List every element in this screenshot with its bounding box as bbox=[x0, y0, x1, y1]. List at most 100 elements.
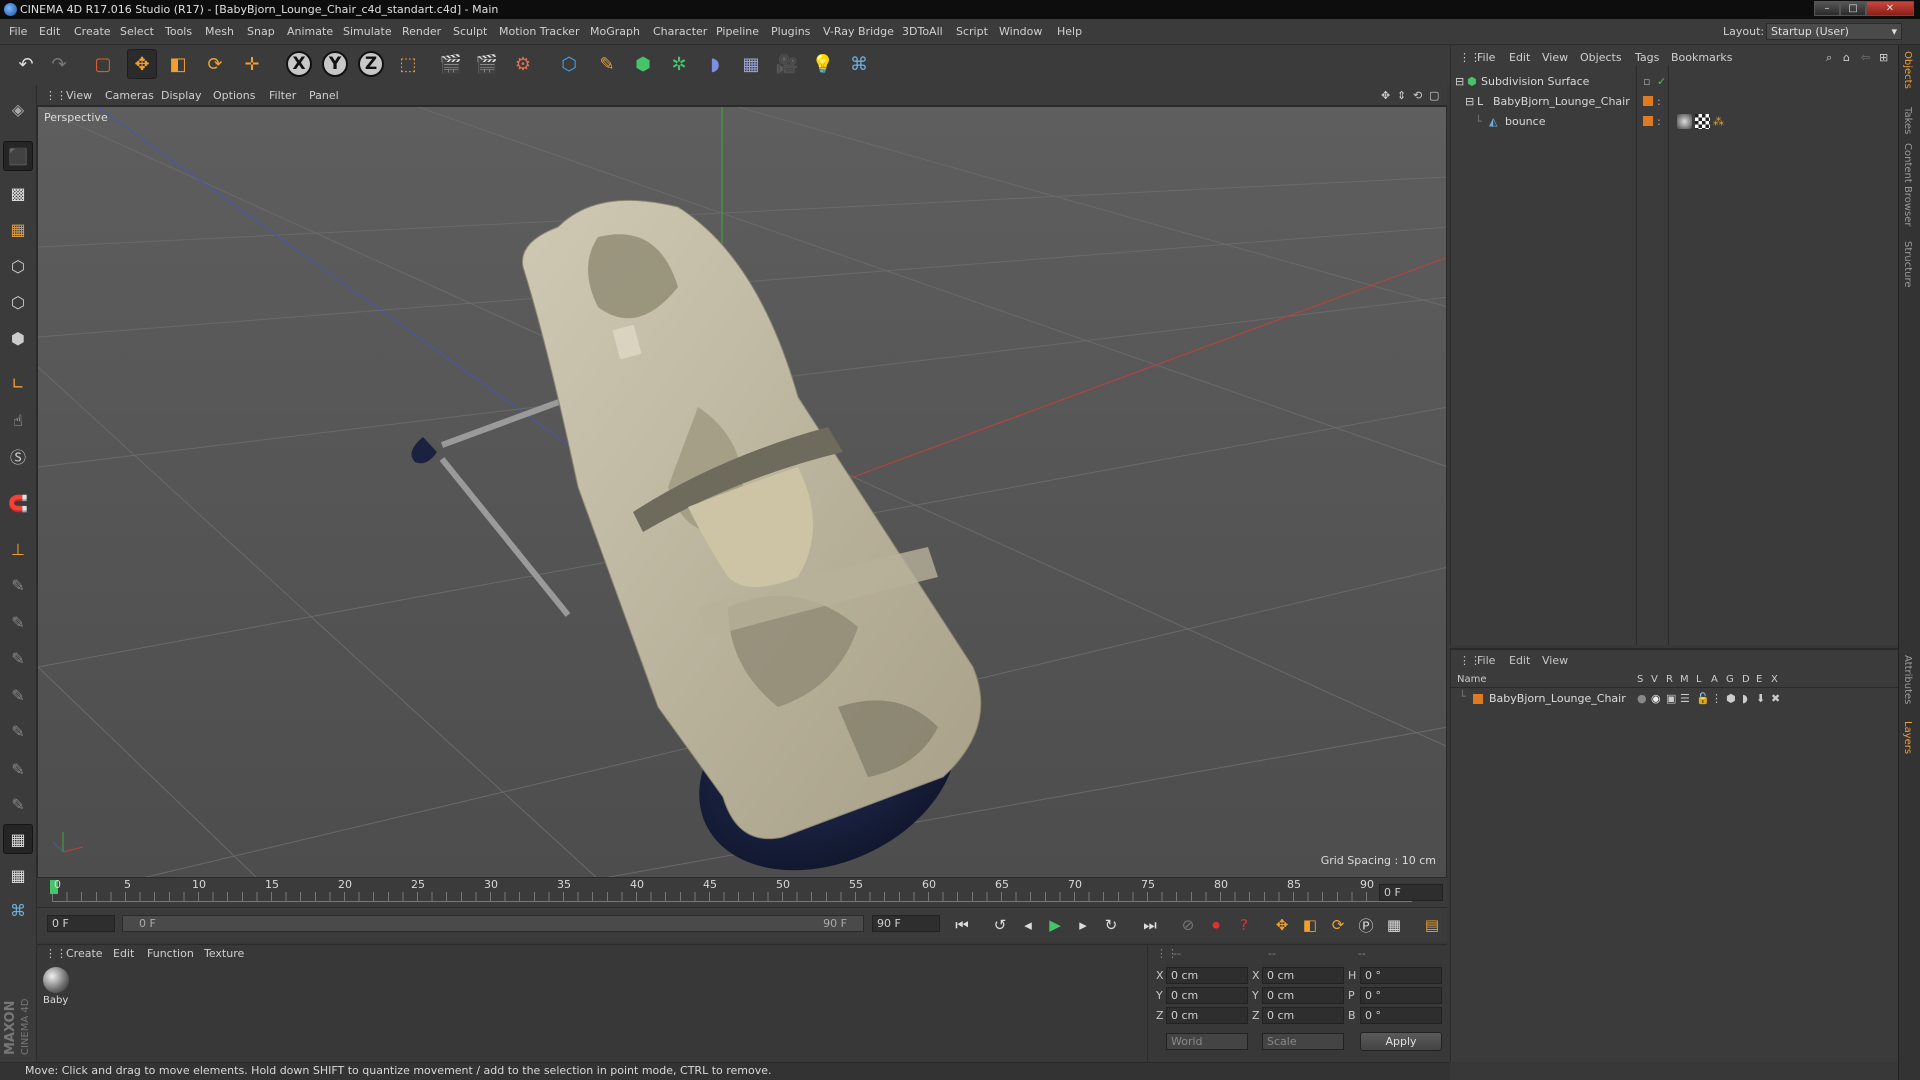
x-axis-lock-button[interactable]: X bbox=[286, 51, 312, 77]
position-z-field[interactable]: 0 cm bbox=[1166, 1007, 1248, 1024]
expressions-toggle-icon[interactable]: ⬇ bbox=[1756, 692, 1765, 705]
floor-environment-icon[interactable]: ▦ bbox=[736, 49, 766, 79]
render-settings-icon[interactable]: ⚙ bbox=[508, 49, 538, 79]
axis-mode-icon[interactable]: ∟ bbox=[3, 368, 33, 398]
start-frame-field[interactable]: 0 F bbox=[47, 915, 115, 932]
coordinate-space-dropdown[interactable]: World bbox=[1166, 1033, 1248, 1050]
close-button[interactable]: ✕ bbox=[1866, 1, 1914, 16]
rotate-tool-icon[interactable]: ⟳ bbox=[200, 49, 230, 79]
layer-col-manager[interactable]: M bbox=[1680, 674, 1689, 685]
brush-tool-7-icon[interactable]: ✎ bbox=[3, 789, 33, 819]
camera-icon[interactable]: 🎥 bbox=[772, 49, 802, 79]
redo-icon[interactable]: ↷ bbox=[44, 49, 74, 79]
layer-row[interactable]: └ BabyBjorn_Lounge_Chair ● ◉ ▣ ☰ 🔓 ⋮ ⬢ ◗… bbox=[1451, 690, 1899, 708]
objects-menu-file[interactable]: File bbox=[1477, 51, 1495, 64]
objects-menu-tags[interactable]: Tags bbox=[1635, 51, 1659, 64]
viewport-menu-view[interactable]: View bbox=[66, 89, 92, 102]
generators-toggle-icon[interactable]: ⬢ bbox=[1726, 692, 1736, 705]
animation-toggle-icon[interactable]: ⋮ bbox=[1711, 692, 1722, 705]
layer-col-animation[interactable]: A bbox=[1711, 674, 1718, 685]
current-frame-field[interactable]: 0 F bbox=[1379, 884, 1443, 901]
viewport-menu-display[interactable]: Display bbox=[161, 89, 202, 102]
play-icon[interactable]: ▶ bbox=[1043, 913, 1067, 937]
enabled-check-icon[interactable]: ✓ bbox=[1657, 72, 1666, 91]
go-to-start-icon[interactable]: ⏮ bbox=[950, 913, 974, 937]
menu-select[interactable]: Select bbox=[120, 25, 154, 38]
menu-edit[interactable]: Edit bbox=[39, 25, 60, 38]
viewport-menu-panel[interactable]: Panel bbox=[309, 89, 339, 102]
light-icon[interactable]: 💡 bbox=[808, 49, 838, 79]
menu-window[interactable]: Window bbox=[999, 25, 1042, 38]
menu-vray-bridge[interactable]: V-Ray Bridge bbox=[823, 25, 894, 38]
record-disabled-icon[interactable]: ⊘ bbox=[1176, 913, 1200, 937]
menu-create[interactable]: Create bbox=[74, 25, 111, 38]
workplane-icon[interactable]: ▦ bbox=[3, 214, 33, 244]
render-toggle-icon[interactable]: ▣ bbox=[1666, 692, 1676, 705]
material-swatch[interactable]: Baby bbox=[41, 967, 71, 1009]
menu-character[interactable]: Character bbox=[653, 25, 707, 38]
brush-tool-4-icon[interactable]: ✎ bbox=[3, 680, 33, 710]
viewport-menu-cameras[interactable]: Cameras bbox=[105, 89, 154, 102]
key-pla-icon[interactable]: ▦ bbox=[1382, 913, 1406, 937]
undo-icon[interactable]: ↶ bbox=[11, 49, 41, 79]
menu-simulate[interactable]: Simulate bbox=[343, 25, 392, 38]
layer-col-expressions[interactable]: E bbox=[1756, 674, 1762, 685]
scale-tool-icon[interactable]: ◧ bbox=[163, 49, 193, 79]
layers-menu-view[interactable]: View bbox=[1542, 654, 1568, 667]
key-param-icon[interactable]: Ⓟ bbox=[1354, 913, 1378, 937]
next-frame-icon[interactable]: ▸ bbox=[1071, 913, 1095, 937]
layer-col-generators[interactable]: G bbox=[1726, 674, 1734, 685]
side-tab-attributes[interactable]: Attributes bbox=[1902, 655, 1913, 704]
viewport-perspective[interactable]: Perspective Grid Spacing : 10 cm bbox=[37, 106, 1447, 878]
python-icon[interactable]: ⌘ bbox=[844, 49, 874, 79]
object-row-bounce[interactable]: └ ◭ bounce : ⁂ bbox=[1455, 112, 1895, 131]
layout-dropdown[interactable]: Startup (User) ▾ bbox=[1766, 23, 1902, 40]
new-window-icon[interactable]: ⊞ bbox=[1879, 51, 1888, 64]
viewport-menu-filter[interactable]: Filter bbox=[269, 89, 296, 102]
transform-tool-icon[interactable]: ✛ bbox=[237, 49, 267, 79]
tweak-mode-icon[interactable]: ☝ bbox=[3, 405, 33, 435]
menu-file[interactable]: File bbox=[9, 25, 27, 38]
checker-tool-icon[interactable]: ▦ bbox=[3, 824, 33, 854]
edges-mode-icon[interactable]: ⬡ bbox=[3, 287, 33, 317]
objects-menu-objects[interactable]: Objects bbox=[1580, 51, 1622, 64]
viewport-move-icon[interactable]: ✥ bbox=[1381, 89, 1390, 102]
subdivision-surface-icon[interactable]: ⬢ bbox=[628, 49, 658, 79]
layer-col-deformers[interactable]: D bbox=[1742, 674, 1750, 685]
menu-render[interactable]: Render bbox=[402, 25, 441, 38]
lock-toggle-icon[interactable]: 🔓 bbox=[1696, 692, 1710, 705]
menu-tools[interactable]: Tools bbox=[165, 25, 192, 38]
position-y-field[interactable]: 0 cm bbox=[1166, 987, 1248, 1004]
brush-tool-5-icon[interactable]: ✎ bbox=[3, 716, 33, 746]
previous-key-icon[interactable]: ↺ bbox=[988, 913, 1012, 937]
menu-help[interactable]: Help bbox=[1057, 25, 1082, 38]
objects-menu-edit[interactable]: Edit bbox=[1509, 51, 1530, 64]
render-view-icon[interactable]: 🎬 bbox=[436, 49, 466, 79]
layer-col-xref[interactable]: X bbox=[1771, 674, 1778, 685]
autokey-icon[interactable]: ? bbox=[1232, 913, 1256, 937]
apply-button[interactable]: Apply bbox=[1360, 1032, 1442, 1051]
layer-col-view[interactable]: V bbox=[1651, 674, 1658, 685]
collapse-icon[interactable]: ⊟ bbox=[1455, 72, 1464, 91]
side-tab-structure[interactable]: Structure bbox=[1902, 241, 1913, 288]
menu-snap[interactable]: Snap bbox=[247, 25, 275, 38]
side-tab-objects[interactable]: Objects bbox=[1902, 51, 1913, 89]
size-y-field[interactable]: 0 cm bbox=[1262, 987, 1344, 1004]
rotation-h-field[interactable]: 0 ° bbox=[1360, 967, 1442, 984]
brush-tool-6-icon[interactable]: ✎ bbox=[3, 754, 33, 784]
visibility-dots-icon[interactable]: ▫ bbox=[1643, 72, 1650, 91]
size-z-field[interactable]: 0 cm bbox=[1262, 1007, 1344, 1024]
brush-tool-1-icon[interactable]: ✎ bbox=[3, 570, 33, 600]
viewport-menu-options[interactable]: Options bbox=[213, 89, 255, 102]
menu-sculpt[interactable]: Sculpt bbox=[453, 25, 487, 38]
search-icon[interactable]: ⌕ bbox=[1826, 51, 1832, 65]
material-menu-function[interactable]: Function bbox=[147, 947, 194, 960]
objects-menu-bookmarks[interactable]: Bookmarks bbox=[1671, 51, 1732, 64]
visibility-dots-icon[interactable]: : bbox=[1657, 92, 1661, 111]
layers-menu-edit[interactable]: Edit bbox=[1509, 654, 1530, 667]
menu-motion-tracker[interactable]: Motion Tracker bbox=[499, 25, 579, 38]
viewport-rotate-icon[interactable]: ⟲ bbox=[1413, 89, 1422, 102]
layer-color-swatch[interactable] bbox=[1643, 96, 1653, 106]
next-key-icon[interactable]: ↻ bbox=[1099, 913, 1123, 937]
brush-tool-2-icon[interactable]: ✎ bbox=[3, 607, 33, 637]
